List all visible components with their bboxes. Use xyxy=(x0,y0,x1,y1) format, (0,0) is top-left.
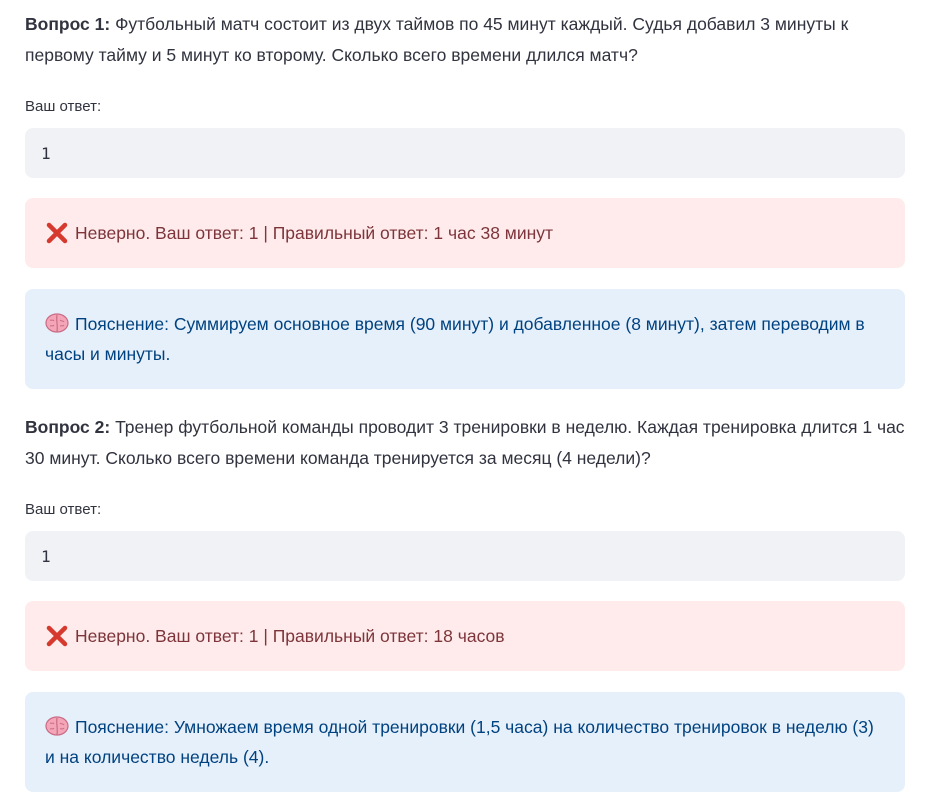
answer-label: Ваш ответ: xyxy=(25,98,102,115)
answer-input[interactable]: 1 xyxy=(25,531,905,581)
question-title: Вопрос 2: xyxy=(25,417,111,437)
brain-icon xyxy=(45,716,69,736)
cross-mark-icon xyxy=(46,222,68,244)
info-alert: Пояснение: Суммируем основное время (90 … xyxy=(25,289,905,389)
question-block-1: Вопрос 1: Футбольный матч состоит из дву… xyxy=(25,0,905,389)
info-text: Пояснение: Умножаем время одной трениров… xyxy=(45,717,874,767)
question-body: Футбольный матч состоит из двух таймов п… xyxy=(25,14,849,65)
brain-icon xyxy=(45,313,69,333)
question-title: Вопрос 1: xyxy=(25,14,111,34)
error-text: Неверно. Ваш ответ: 1 | Правильный ответ… xyxy=(75,626,505,646)
answer-label: Ваш ответ: xyxy=(25,501,102,518)
info-alert: Пояснение: Умножаем время одной трениров… xyxy=(25,692,905,792)
question-body: Тренер футбольной команды проводит 3 тре… xyxy=(25,417,905,468)
answer-value: 1 xyxy=(41,143,51,163)
quiz-results: Вопрос 1: Футбольный матч состоит из дву… xyxy=(25,0,905,792)
answer-value: 1 xyxy=(41,546,51,566)
answer-input[interactable]: 1 xyxy=(25,128,905,178)
info-text: Пояснение: Суммируем основное время (90 … xyxy=(45,314,865,364)
question-block-2: Вопрос 2: Тренер футбольной команды пров… xyxy=(25,403,905,792)
error-alert: Неверно. Ваш ответ: 1 | Правильный ответ… xyxy=(25,198,905,268)
question-text: Вопрос 1: Футбольный матч состоит из дву… xyxy=(25,0,905,71)
question-text: Вопрос 2: Тренер футбольной команды пров… xyxy=(25,403,905,474)
error-text: Неверно. Ваш ответ: 1 | Правильный ответ… xyxy=(75,223,554,243)
error-alert: Неверно. Ваш ответ: 1 | Правильный ответ… xyxy=(25,601,905,671)
cross-mark-icon xyxy=(46,625,68,647)
